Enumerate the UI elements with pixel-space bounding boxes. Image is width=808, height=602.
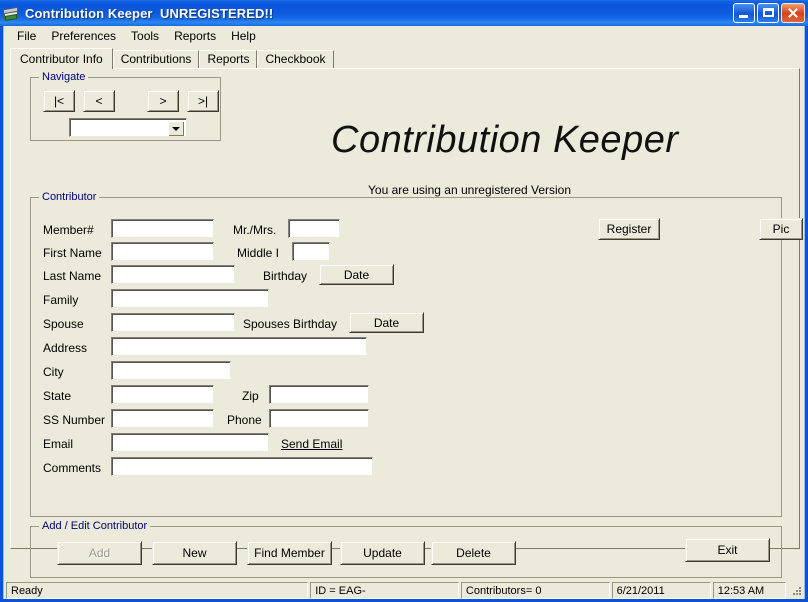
birthday-date-button[interactable]: Date bbox=[319, 264, 394, 285]
app-headline: Contribution Keeper bbox=[331, 119, 679, 161]
window-controls bbox=[733, 3, 805, 23]
status-id: ID = EAG- bbox=[310, 582, 459, 599]
comments-input[interactable] bbox=[111, 457, 373, 476]
first-name-input[interactable] bbox=[111, 242, 214, 261]
phone-label: Phone bbox=[227, 413, 262, 427]
mr-mrs-input[interactable] bbox=[288, 219, 340, 238]
menu-item-reports[interactable]: Reports bbox=[167, 27, 224, 45]
ss-number-input[interactable] bbox=[111, 409, 214, 428]
tab-contributor-info[interactable]: Contributor Info bbox=[10, 48, 113, 69]
maximize-button[interactable] bbox=[757, 3, 779, 23]
pic-button[interactable]: Pic bbox=[759, 218, 803, 240]
status-date: 6/21/2011 bbox=[611, 582, 711, 599]
spouse-input[interactable] bbox=[111, 313, 235, 332]
status-contributors-count: Contributors= 0 bbox=[460, 582, 610, 599]
navigate-group-label: Navigate bbox=[39, 71, 89, 83]
nav-next-button[interactable]: > bbox=[147, 90, 179, 112]
email-label: Email bbox=[43, 437, 74, 451]
last-name-input[interactable] bbox=[111, 265, 235, 284]
zip-input[interactable] bbox=[269, 385, 369, 404]
zip-label: Zip bbox=[242, 389, 259, 403]
state-input[interactable] bbox=[111, 385, 214, 404]
resize-grip-icon[interactable] bbox=[788, 582, 802, 599]
first-name-label: First Name bbox=[43, 246, 102, 260]
application-window: Contribution Keeper UNREGISTERED!! File … bbox=[0, 0, 808, 602]
family-input[interactable] bbox=[111, 289, 269, 308]
state-label: State bbox=[43, 389, 72, 403]
contributor-group: Contributor Register Pic Member# Mr./Mrs… bbox=[30, 191, 803, 517]
spouse-label: Spouse bbox=[43, 317, 84, 331]
phone-input[interactable] bbox=[269, 409, 369, 428]
menu-item-help[interactable]: Help bbox=[224, 27, 264, 45]
delete-button[interactable]: Delete bbox=[431, 541, 516, 565]
exit-button[interactable]: Exit bbox=[685, 538, 770, 562]
unregistered-notice: You are using an unregistered Version bbox=[368, 183, 572, 197]
add-button[interactable]: Add bbox=[57, 541, 142, 565]
last-name-label: Last Name bbox=[43, 269, 102, 283]
tab-page-contributor-info: Navigate |< < > >| Contribution Keeper Y… bbox=[10, 68, 803, 578]
update-button[interactable]: Update bbox=[340, 541, 425, 565]
menu-item-tools[interactable]: Tools bbox=[124, 27, 167, 45]
tab-strip: Contributor Info Contributions Reports C… bbox=[10, 48, 800, 69]
city-label: City bbox=[43, 365, 64, 379]
nav-last-button[interactable]: >| bbox=[187, 90, 219, 112]
contributor-group-label: Contributor bbox=[39, 191, 100, 203]
address-label: Address bbox=[43, 341, 88, 355]
menu-bar: File Preferences Tools Reports Help bbox=[4, 26, 804, 46]
mr-mrs-label: Mr./Mrs. bbox=[233, 223, 277, 237]
navigate-combo[interactable] bbox=[69, 118, 187, 137]
email-input[interactable] bbox=[111, 433, 269, 452]
city-input[interactable] bbox=[111, 361, 231, 380]
close-button[interactable] bbox=[781, 3, 805, 23]
window-title: Contribution Keeper UNREGISTERED!! bbox=[25, 5, 274, 21]
comments-label: Comments bbox=[43, 461, 102, 475]
spouses-birthday-label: Spouses Birthday bbox=[243, 317, 338, 331]
menu-item-file[interactable]: File bbox=[10, 27, 44, 45]
new-button[interactable]: New bbox=[152, 541, 237, 565]
birthday-label: Birthday bbox=[263, 269, 308, 283]
spouses-birthday-date-button[interactable]: Date bbox=[349, 312, 424, 333]
window-body: File Preferences Tools Reports Help Cont… bbox=[3, 26, 805, 599]
tab-contributions[interactable]: Contributions bbox=[112, 50, 200, 68]
money-card-icon bbox=[3, 5, 20, 22]
title-bar: Contribution Keeper UNREGISTERED!! bbox=[0, 0, 808, 26]
middle-initial-label: Middle I bbox=[237, 246, 280, 260]
find-member-button[interactable]: Find Member bbox=[247, 541, 332, 565]
ss-number-label: SS Number bbox=[43, 413, 106, 427]
status-time: 12:53 AM bbox=[712, 582, 787, 599]
address-input[interactable] bbox=[111, 337, 367, 356]
minimize-button[interactable] bbox=[733, 3, 755, 23]
send-email-link[interactable]: Send Email bbox=[281, 437, 342, 451]
tab-reports[interactable]: Reports bbox=[199, 50, 258, 68]
middle-initial-input[interactable] bbox=[292, 242, 330, 261]
status-ready: Ready bbox=[6, 582, 309, 599]
member-number-input[interactable] bbox=[111, 219, 214, 238]
add-edit-contributor-group: Add / Edit Contributor Add New Find Memb… bbox=[30, 520, 782, 578]
nav-prev-button[interactable]: < bbox=[83, 90, 115, 112]
add-edit-group-label: Add / Edit Contributor bbox=[39, 520, 151, 532]
family-label: Family bbox=[43, 293, 79, 307]
register-button[interactable]: Register bbox=[598, 218, 660, 240]
chevron-down-icon[interactable] bbox=[168, 121, 184, 136]
menu-item-preferences[interactable]: Preferences bbox=[44, 27, 124, 45]
tab-checkbook[interactable]: Checkbook bbox=[257, 50, 334, 68]
nav-first-button[interactable]: |< bbox=[43, 90, 75, 112]
member-number-label: Member# bbox=[43, 223, 94, 237]
navigate-group: Navigate |< < > >| bbox=[30, 71, 221, 141]
